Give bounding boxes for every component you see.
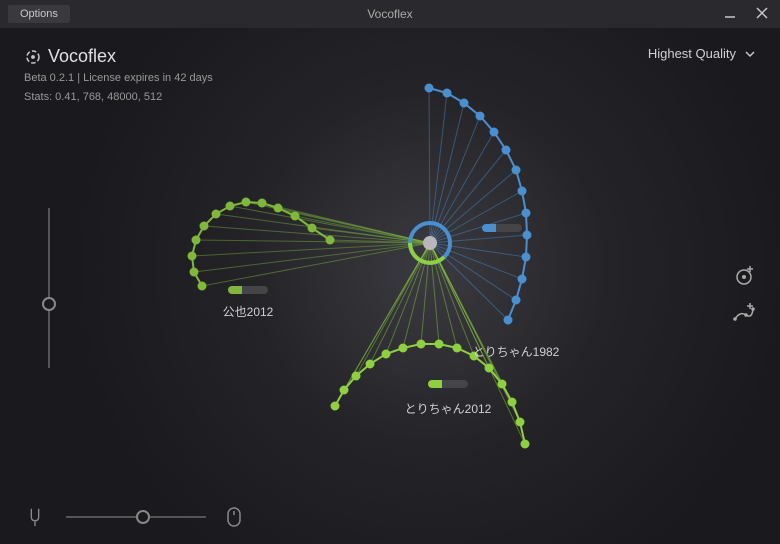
close-icon (755, 6, 769, 20)
vertical-slider[interactable] (48, 208, 50, 368)
bottom-toolbar (24, 506, 242, 528)
options-button[interactable]: Options (8, 5, 70, 23)
titlebar: Options Vocoflex (0, 0, 780, 28)
cluster-pill[interactable] (228, 286, 268, 294)
window-title: Vocoflex (367, 7, 412, 21)
minimize-button[interactable] (720, 6, 740, 23)
voice-graph[interactable] (0, 28, 780, 544)
add-node-icon (732, 263, 756, 287)
vertical-slider-thumb[interactable] (42, 297, 56, 311)
main-canvas[interactable]: Vocoflex Beta 0.2.1 | License expires in… (0, 28, 780, 544)
close-button[interactable] (752, 6, 772, 23)
tuning-fork-icon[interactable] (24, 506, 46, 528)
minimize-icon (723, 6, 737, 20)
cluster-pill[interactable] (428, 380, 468, 388)
add-path-tool[interactable] (732, 301, 756, 325)
mouse-icon[interactable] (226, 506, 242, 528)
horizontal-slider[interactable] (66, 516, 206, 518)
cluster-pill[interactable] (482, 224, 522, 232)
horizontal-slider-thumb[interactable] (136, 510, 150, 524)
add-path-icon (732, 301, 756, 325)
add-node-tool[interactable] (732, 263, 756, 287)
